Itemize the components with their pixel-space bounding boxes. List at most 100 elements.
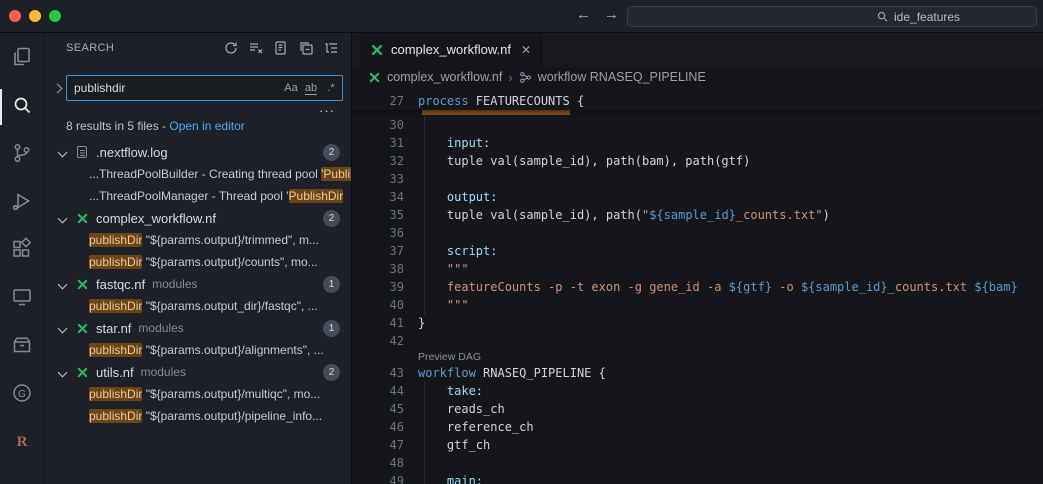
line-number[interactable]: 46 [352, 418, 404, 436]
line-number[interactable]: 49 [352, 472, 404, 484]
line-number[interactable]: 33 [352, 170, 404, 188]
search-result-file-row[interactable]: .nextflow.log2 [45, 141, 351, 163]
result-file-name: utils.nf [96, 365, 134, 380]
code-line[interactable]: 27process FEATURECOUNTS { [352, 92, 1043, 110]
open-new-search-editor-icon[interactable] [273, 40, 289, 56]
line-number[interactable]: 45 [352, 400, 404, 418]
code-line[interactable]: 47 gtf_ch [352, 436, 1043, 454]
search-result-match-row[interactable]: publishDir "${params.output}/multiqc", m… [45, 383, 351, 405]
regex-button[interactable]: .* [322, 79, 340, 97]
refresh-icon[interactable] [223, 40, 239, 56]
line-number[interactable]: 39 [352, 278, 404, 296]
codelens-preview-dag[interactable]: Preview DAG [352, 350, 1043, 364]
activity-explorer-button[interactable] [0, 35, 45, 83]
code-line[interactable]: 35 tuple val(sample_id), path("${sample_… [352, 206, 1043, 224]
activity-run-debug-button[interactable] [0, 179, 45, 227]
activity-source-control-button[interactable] [0, 131, 45, 179]
code-line[interactable]: 38 """ [352, 260, 1043, 278]
toggle-search-details-button[interactable]: ··· [319, 103, 335, 118]
code-line[interactable]: 40 """ [352, 296, 1043, 314]
collapse-all-icon[interactable] [298, 40, 314, 56]
line-number[interactable]: 27 [352, 92, 404, 110]
search-result-file-row[interactable]: utils.nfmodules2 [45, 361, 351, 383]
line-number[interactable]: 43 [352, 364, 404, 382]
r-language-icon: R [10, 429, 34, 458]
breadcrumb-symbol[interactable]: workflow RNASEQ_PIPELINE [538, 70, 706, 84]
line-number[interactable]: 40 [352, 296, 404, 314]
match-highlight-sliver [422, 110, 570, 115]
line-number[interactable]: 41 [352, 314, 404, 332]
search-panel-header: SEARCH [45, 33, 351, 63]
view-as-tree-icon[interactable] [323, 40, 339, 56]
code-line[interactable]: 45 reads_ch [352, 400, 1043, 418]
match-highlight: 'Publish [321, 167, 351, 181]
match-case-button[interactable]: Aa [282, 79, 300, 97]
line-number[interactable]: 31 [352, 134, 404, 152]
search-result-match-row[interactable]: publishDir "${params.output}/trimmed", m… [45, 229, 351, 251]
code-line[interactable]: 41} [352, 314, 1043, 332]
activity-gitlens-button[interactable]: G [0, 371, 45, 419]
line-number[interactable]: 32 [352, 152, 404, 170]
activity-search-button[interactable] [0, 83, 45, 131]
line-number[interactable]: 47 [352, 436, 404, 454]
code-line[interactable]: 32 tuple val(sample_id), path(bam), path… [352, 152, 1043, 170]
clear-search-results-icon[interactable] [248, 40, 264, 56]
forward-arrow-icon[interactable]: → [598, 5, 625, 24]
search-input[interactable] [67, 81, 282, 95]
activity-r-language-button[interactable]: R [0, 419, 45, 467]
activity-extensions-button[interactable] [0, 227, 45, 275]
tab-complex-workflow[interactable]: complex_workflow.nf ✕ [360, 33, 542, 66]
search-result-file-row[interactable]: complex_workflow.nf2 [45, 207, 351, 229]
whole-word-button[interactable]: ab [302, 79, 320, 97]
line-number[interactable]: 35 [352, 206, 404, 224]
result-file-name: star.nf [96, 321, 131, 336]
code-line[interactable]: 48 [352, 454, 1043, 472]
activity-remote-explorer-button[interactable] [0, 275, 45, 323]
code-line[interactable]: 37 script: [352, 242, 1043, 260]
open-in-editor-link[interactable]: Open in editor [169, 119, 244, 133]
search-result-match-row[interactable]: publishDir "${params.output}/alignments"… [45, 339, 351, 361]
zoom-window-button[interactable] [49, 10, 61, 22]
search-result-match-row[interactable]: ...ThreadPoolBuilder - Creating thread p… [45, 163, 351, 185]
line-number[interactable]: 30 [352, 116, 404, 134]
search-result-file-row[interactable]: fastqc.nfmodules1 [45, 273, 351, 295]
code-line[interactable]: 39 featureCounts -p -t exon -g gene_id -… [352, 278, 1043, 296]
line-number[interactable]: 48 [352, 454, 404, 472]
line-number[interactable]: 38 [352, 260, 404, 278]
line-number[interactable]: 44 [352, 382, 404, 400]
code-line[interactable]: 36 [352, 224, 1043, 242]
line-number[interactable]: 42 [352, 332, 404, 350]
back-arrow-icon[interactable]: ← [570, 5, 597, 24]
close-tab-icon[interactable]: ✕ [521, 43, 531, 57]
toggle-replace-button[interactable] [53, 84, 63, 94]
breadcrumb-file[interactable]: complex_workflow.nf [387, 70, 502, 84]
code-text: } [418, 314, 425, 332]
minimize-window-button[interactable] [29, 10, 41, 22]
search-result-match-row[interactable]: publishDir "${params.output_dir}/fastqc"… [45, 295, 351, 317]
gitlens-icon: G [10, 381, 34, 410]
line-number[interactable]: 34 [352, 188, 404, 206]
code-line[interactable]: 31 input: [352, 134, 1043, 152]
search-result-match-row[interactable]: publishDir "${params.output}/pipeline_in… [45, 405, 351, 427]
line-number[interactable]: 37 [352, 242, 404, 260]
remote-explorer-icon [10, 285, 34, 314]
close-window-button[interactable] [9, 10, 21, 22]
code-line[interactable]: 46 reference_ch [352, 418, 1043, 436]
code-editor[interactable]: 27process FEATURECOUNTS { 3031 input:32 t… [352, 88, 1043, 484]
command-center-search[interactable]: ide_features [627, 6, 1037, 27]
code-line[interactable]: 33 [352, 170, 1043, 188]
code-line[interactable]: 34 output: [352, 188, 1043, 206]
search-result-match-row[interactable]: publishDir "${params.output}/counts", mo… [45, 251, 351, 273]
code-line[interactable]: 44 take: [352, 382, 1043, 400]
code-line[interactable]: 49 main: [352, 472, 1043, 484]
line-number[interactable]: 36 [352, 224, 404, 242]
code-line[interactable]: 43workflow RNASEQ_PIPELINE { [352, 364, 1043, 382]
activity-bar: G R [0, 33, 45, 484]
code-line[interactable]: 42 [352, 332, 1043, 350]
code-line[interactable]: 30 [352, 116, 1043, 134]
search-box: Aa ab .* [66, 75, 343, 101]
chevron-down-icon [58, 367, 68, 377]
activity-package-button[interactable] [0, 323, 45, 371]
search-result-file-row[interactable]: star.nfmodules1 [45, 317, 351, 339]
search-result-match-row[interactable]: ...ThreadPoolManager - Thread pool 'Publ… [45, 185, 351, 207]
